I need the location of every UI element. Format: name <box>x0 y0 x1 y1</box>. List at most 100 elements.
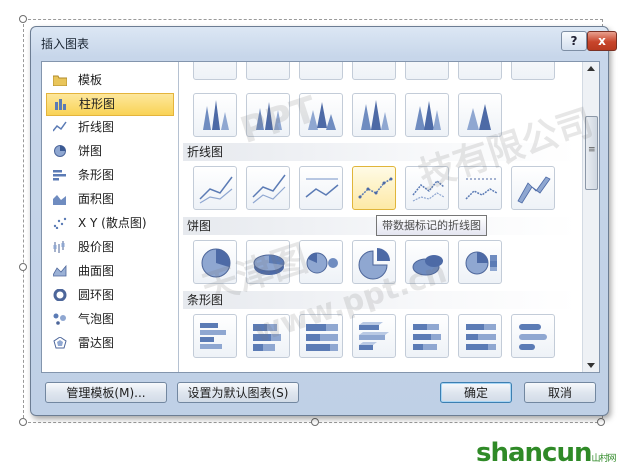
cylinder-bar-chart-icon <box>519 324 547 350</box>
dialog-title: 插入图表 <box>41 37 90 51</box>
category-label: 面积图 <box>78 192 115 206</box>
line-markers-chart-icon <box>412 179 445 202</box>
close-button[interactable]: x <box>587 31 617 51</box>
bar-chart-icon <box>53 170 66 181</box>
chart-tile-pyramid-stacked[interactable] <box>405 93 449 137</box>
chart-tile-cone-stacked[interactable] <box>246 93 290 137</box>
scatter-chart-icon <box>53 217 67 229</box>
category-label: 条形图 <box>78 168 115 182</box>
chart-tile-pie[interactable] <box>193 240 237 284</box>
chart-tile-pyramid-100[interactable] <box>458 93 502 137</box>
folder-icon <box>53 75 67 86</box>
resize-handle-left-mid[interactable] <box>19 263 27 271</box>
category-stock[interactable]: 股价图 <box>46 237 174 258</box>
column-chart-icon <box>55 99 66 110</box>
chart-tile-column-3d[interactable] <box>299 62 343 80</box>
chart-tile-column-stacked-100[interactable] <box>246 62 290 80</box>
area-chart-icon <box>53 195 66 205</box>
chart-tile-line-100[interactable] <box>299 166 343 210</box>
pie-exploded-chart-icon <box>358 248 390 280</box>
category-label: 气泡图 <box>78 312 115 326</box>
category-doughnut[interactable]: 圆环图 <box>46 285 174 306</box>
set-default-chart-button[interactable]: 设置为默认图表(S) <box>177 382 299 403</box>
resize-handle-bottom-right[interactable] <box>597 418 605 426</box>
chart-tile-cylinder[interactable] <box>352 62 396 80</box>
chart-tile-bar-3d-stacked[interactable] <box>405 314 449 358</box>
category-pie[interactable]: 饼图 <box>46 141 174 162</box>
chart-tile-line[interactable] <box>193 166 237 210</box>
cone-chart-icon <box>256 102 282 130</box>
chart-tile-cylinder-100[interactable] <box>458 62 502 80</box>
manage-templates-button[interactable]: 管理模板(M)... <box>45 382 167 403</box>
line-markers-chart-icon <box>465 178 498 200</box>
cone-chart-icon <box>203 100 229 130</box>
help-button[interactable]: ? <box>561 31 587 51</box>
category-radar[interactable]: 雷达图 <box>46 333 174 354</box>
chart-tile-line-markers[interactable] <box>352 166 396 210</box>
bubble-chart-icon <box>53 313 66 325</box>
chart-tile-bar-of-pie[interactable] <box>458 240 502 284</box>
cancel-button[interactable]: 取消 <box>524 382 596 403</box>
insert-chart-dialog: 插入图表 ? x 模板 柱形图 折线图 饼图 条形图 面积图 X Y (散点图)… <box>30 26 617 416</box>
site-logo: shancun山村网 <box>476 438 617 468</box>
chart-tile-column-stacked[interactable] <box>193 62 237 80</box>
line-chart-icon <box>53 121 67 132</box>
stock-chart-icon <box>53 241 65 253</box>
chart-tile-cylinder-bar[interactable] <box>511 314 555 358</box>
bar-3d-chart-icon <box>413 324 441 350</box>
category-templates[interactable]: 模板 <box>46 70 174 91</box>
ok-button[interactable]: 确定 <box>440 382 512 403</box>
chart-tile-pie-of-pie[interactable] <box>299 240 343 284</box>
chart-tile-cylinder-3d[interactable] <box>511 62 555 80</box>
logo-suffix: 山村网 <box>591 454 616 464</box>
chart-tile-pyramid-clustered[interactable] <box>352 93 396 137</box>
chart-tile-cylinder-stacked[interactable] <box>405 62 449 80</box>
chart-tile-line-stacked[interactable] <box>246 166 290 210</box>
category-bar[interactable]: 条形图 <box>46 165 174 186</box>
category-bubble[interactable]: 气泡图 <box>46 309 174 330</box>
radar-chart-icon <box>53 337 67 349</box>
doughnut-chart-icon <box>53 289 67 301</box>
line-chart-icon <box>252 174 286 204</box>
chart-tile-pie-3d[interactable] <box>246 240 290 284</box>
chart-tile-bar-3d-100[interactable] <box>458 314 502 358</box>
category-surface[interactable]: 曲面图 <box>46 261 174 282</box>
chart-tile-line-3d[interactable] <box>511 166 555 210</box>
pie-chart-icon <box>54 145 66 157</box>
chart-tile-bar-clustered[interactable] <box>193 314 237 358</box>
chart-tile-pie-exploded[interactable] <box>352 240 396 284</box>
pyramid-chart-icon <box>415 101 441 130</box>
chart-tile-bar-3d-clustered[interactable] <box>352 314 396 358</box>
scroll-thumb[interactable] <box>585 116 598 190</box>
bar-3d-chart-icon <box>359 322 389 350</box>
surface-chart-icon <box>53 265 67 277</box>
scroll-down-icon[interactable] <box>587 363 595 368</box>
bar-chart-icon <box>200 323 226 349</box>
category-label: 圆环图 <box>78 288 115 302</box>
chart-tooltip: 带数据标记的折线图 <box>376 215 487 236</box>
category-label: 饼图 <box>78 144 103 158</box>
pie-3d-chart-icon <box>253 254 285 275</box>
chart-tile-cone-3d[interactable] <box>299 93 343 137</box>
resize-handle-bottom-mid[interactable] <box>311 418 319 426</box>
category-label: X Y (散点图) <box>78 216 147 230</box>
category-line[interactable]: 折线图 <box>46 117 174 138</box>
scroll-up-icon[interactable] <box>587 66 595 71</box>
gallery-scrollbar[interactable] <box>582 62 599 372</box>
logo-text: shancun <box>476 438 592 468</box>
category-label: 雷达图 <box>78 336 115 350</box>
bar-chart-icon <box>306 324 338 351</box>
category-area[interactable]: 面积图 <box>46 189 174 210</box>
chart-tile-line-markers-stacked[interactable] <box>405 166 449 210</box>
category-scatter[interactable]: X Y (散点图) <box>46 213 174 234</box>
section-header-line: 折线图 <box>183 143 577 161</box>
chart-tile-bar-100[interactable] <box>299 314 343 358</box>
chart-tile-bar-stacked[interactable] <box>246 314 290 358</box>
bar-3d-chart-icon <box>466 324 496 350</box>
category-column[interactable]: 柱形图 <box>46 93 174 116</box>
chart-tile-cone-clustered[interactable] <box>193 93 237 137</box>
resize-handle-bottom-left[interactable] <box>19 418 27 426</box>
chart-tile-pie-exploded-3d[interactable] <box>405 240 449 284</box>
chart-tile-line-markers-100[interactable] <box>458 166 502 210</box>
resize-handle-top-left[interactable] <box>19 15 27 23</box>
